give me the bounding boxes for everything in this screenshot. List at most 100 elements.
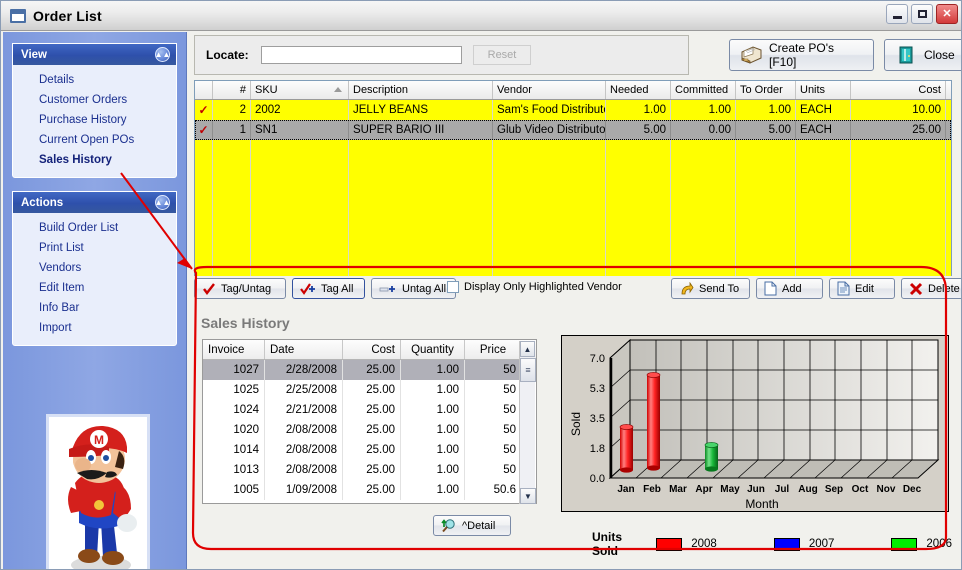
sidebar-item-build-order-list[interactable]: Build Order List [13,218,176,238]
view-panel-header[interactable]: View ▲▲ [13,44,176,65]
close-button[interactable]: Close [884,39,961,71]
sh-price: 50 [503,464,516,476]
row-committed: 1.00 [671,100,736,120]
maximize-button[interactable] [911,4,933,24]
untag-all-label: Untag All [402,282,447,295]
order-grid-header: # SKU Description Vendor Needed Committe… [195,81,951,100]
grid-col-num[interactable]: # [213,81,251,99]
sales-history-scrollbar[interactable]: ▲ ≡ ▼ [519,341,536,504]
chart-ylabel: Sold [569,412,583,436]
edit-label: Edit [855,282,874,295]
locate-input[interactable] [261,46,462,64]
chevron-up-icon[interactable]: ▲▲ [155,195,170,210]
display-only-highlighted-label: Display Only Highlighted Vendor [464,281,622,293]
close-icon[interactable]: ✕ [936,4,958,24]
edit-button[interactable]: Edit [829,278,895,299]
sidebar-item-details[interactable]: Details [13,70,176,90]
legend-item-2007: 2007 [773,537,834,551]
add-button[interactable]: Add [756,278,823,299]
sh-cost: 25.00 [343,440,401,460]
grid-col-units[interactable]: Units [796,81,851,99]
row-tag-check[interactable]: ✓ [195,120,213,140]
checkbox-icon[interactable] [447,281,459,293]
list-item[interactable]: 1014 2/08/2008 25.00 1.00 50 [203,440,536,460]
sidebar-item-import[interactable]: Import [13,318,176,338]
card-file-box-icon [740,45,762,65]
sh-col-price[interactable]: Price [465,340,521,359]
reset-button[interactable]: Reset [473,45,531,65]
sh-price: 50 [503,404,516,416]
sales-chart: 7.0 5.3 3.5 1.8 0.0 Sold Jan Feb Mar Apr… [561,335,949,512]
legend-swatch-2007 [773,537,800,551]
exit-door-icon [895,45,917,65]
sh-col-cost[interactable]: Cost [343,340,401,359]
list-item[interactable]: 1005 1/09/2008 25.00 1.00 50.6 [203,480,536,500]
row-tag-check[interactable]: ✓ [195,100,213,120]
xtick-jan: Jan [617,484,634,495]
sh-col-date[interactable]: Date [265,340,343,359]
view-panel-body: Details Customer Orders Purchase History… [13,65,176,177]
grid-empty-cell [213,140,251,276]
grid-col-sku[interactable]: SKU [251,81,349,99]
display-only-highlighted-vendor[interactable]: Display Only Highlighted Vendor [447,281,622,293]
untag-all-button[interactable]: Untag All [371,278,456,299]
sidebar-item-vendors[interactable]: Vendors [13,258,176,278]
table-row[interactable]: ✓ 2 2002 JELLY BEANS Sam's Food Distribu… [195,100,951,120]
list-item[interactable]: 1027 2/28/2008 25.00 1.00 50 [203,360,536,380]
sidebar-item-info-bar[interactable]: Info Bar [13,298,176,318]
svg-text:M: M [94,433,104,447]
grid-col-needed[interactable]: Needed [606,81,671,99]
grid-col-committed[interactable]: Committed [671,81,736,99]
chevron-up-icon[interactable]: ▲▲ [155,47,170,62]
list-item[interactable]: 1013 2/08/2008 25.00 1.00 50 [203,460,536,480]
sidebar-item-sales-history[interactable]: Sales History [13,150,176,170]
grid-col-tag[interactable] [195,81,213,99]
main-content: Locate: Reset Create PO's [F10] Close # … [188,32,961,569]
table-row[interactable]: ✓ 1 SN1 SUPER BARIO III Glub Video Distr… [195,120,951,140]
row-description: JELLY BEANS [349,100,493,120]
sidebar-item-customer-orders[interactable]: Customer Orders [13,90,176,110]
sh-cost: 25.00 [343,400,401,420]
list-item[interactable]: 1020 2/08/2008 25.00 1.00 50 [203,420,536,440]
xtick-oct: Oct [852,484,869,495]
reset-button-label: Reset [487,49,517,61]
sidebar: View ▲▲ Details Customer Orders Purchase… [3,32,187,569]
actions-panel-header[interactable]: Actions ▲▲ [13,192,176,213]
delete-label: Delete [928,282,960,295]
yellow-arrow-icon [679,281,694,296]
tag-untag-button[interactable]: Tag/Untag [194,278,286,299]
sh-invoice: 1020 [203,420,265,440]
row-sku: 2002 [251,100,349,120]
item-photo-frame: M [46,414,150,569]
grid-empty-cell [251,140,349,276]
window-icon [10,8,26,23]
sh-col-invoice[interactable]: Invoice [203,340,265,359]
list-item[interactable]: 1025 2/25/2008 25.00 1.00 50 [203,380,536,400]
grid-col-cost[interactable]: Cost [851,81,946,99]
list-item[interactable]: 1024 2/21/2008 25.00 1.00 50 [203,400,536,420]
grid-col-vendor[interactable]: Vendor [493,81,606,99]
send-to-button[interactable]: Send To [671,278,750,299]
tag-all-button[interactable]: Tag All [292,278,365,299]
legend-item-2006: 2006 [891,537,952,551]
sales-history-grid[interactable]: Invoice Date Cost Quantity Price 1027 2/… [202,339,537,504]
legend-swatch-2008 [656,537,683,551]
sidebar-item-print-list[interactable]: Print List [13,238,176,258]
sidebar-item-edit-item[interactable]: Edit Item [13,278,176,298]
scrollbar-thumb[interactable]: ≡ [520,358,536,382]
sh-date: 2/25/2008 [265,380,343,400]
sidebar-item-purchase-history[interactable]: Purchase History [13,110,176,130]
delete-button[interactable]: Delete [901,278,961,299]
detail-button[interactable]: ^Detail [433,515,511,536]
sh-col-quantity[interactable]: Quantity [401,340,465,359]
sidebar-item-current-open-pos[interactable]: Current Open POs [13,130,176,150]
scroll-up-icon[interactable]: ▲ [520,341,535,357]
create-po-button[interactable]: Create PO's [F10] [729,39,874,71]
detail-button-label: ^Detail [462,519,496,532]
grid-col-description[interactable]: Description [349,81,493,99]
minimize-button[interactable] [886,4,908,24]
order-grid[interactable]: # SKU Description Vendor Needed Committe… [194,80,952,276]
grid-col-to-order[interactable]: To Order [736,81,796,99]
scroll-down-icon[interactable]: ▼ [520,488,536,504]
sh-price: 50 [503,384,516,396]
